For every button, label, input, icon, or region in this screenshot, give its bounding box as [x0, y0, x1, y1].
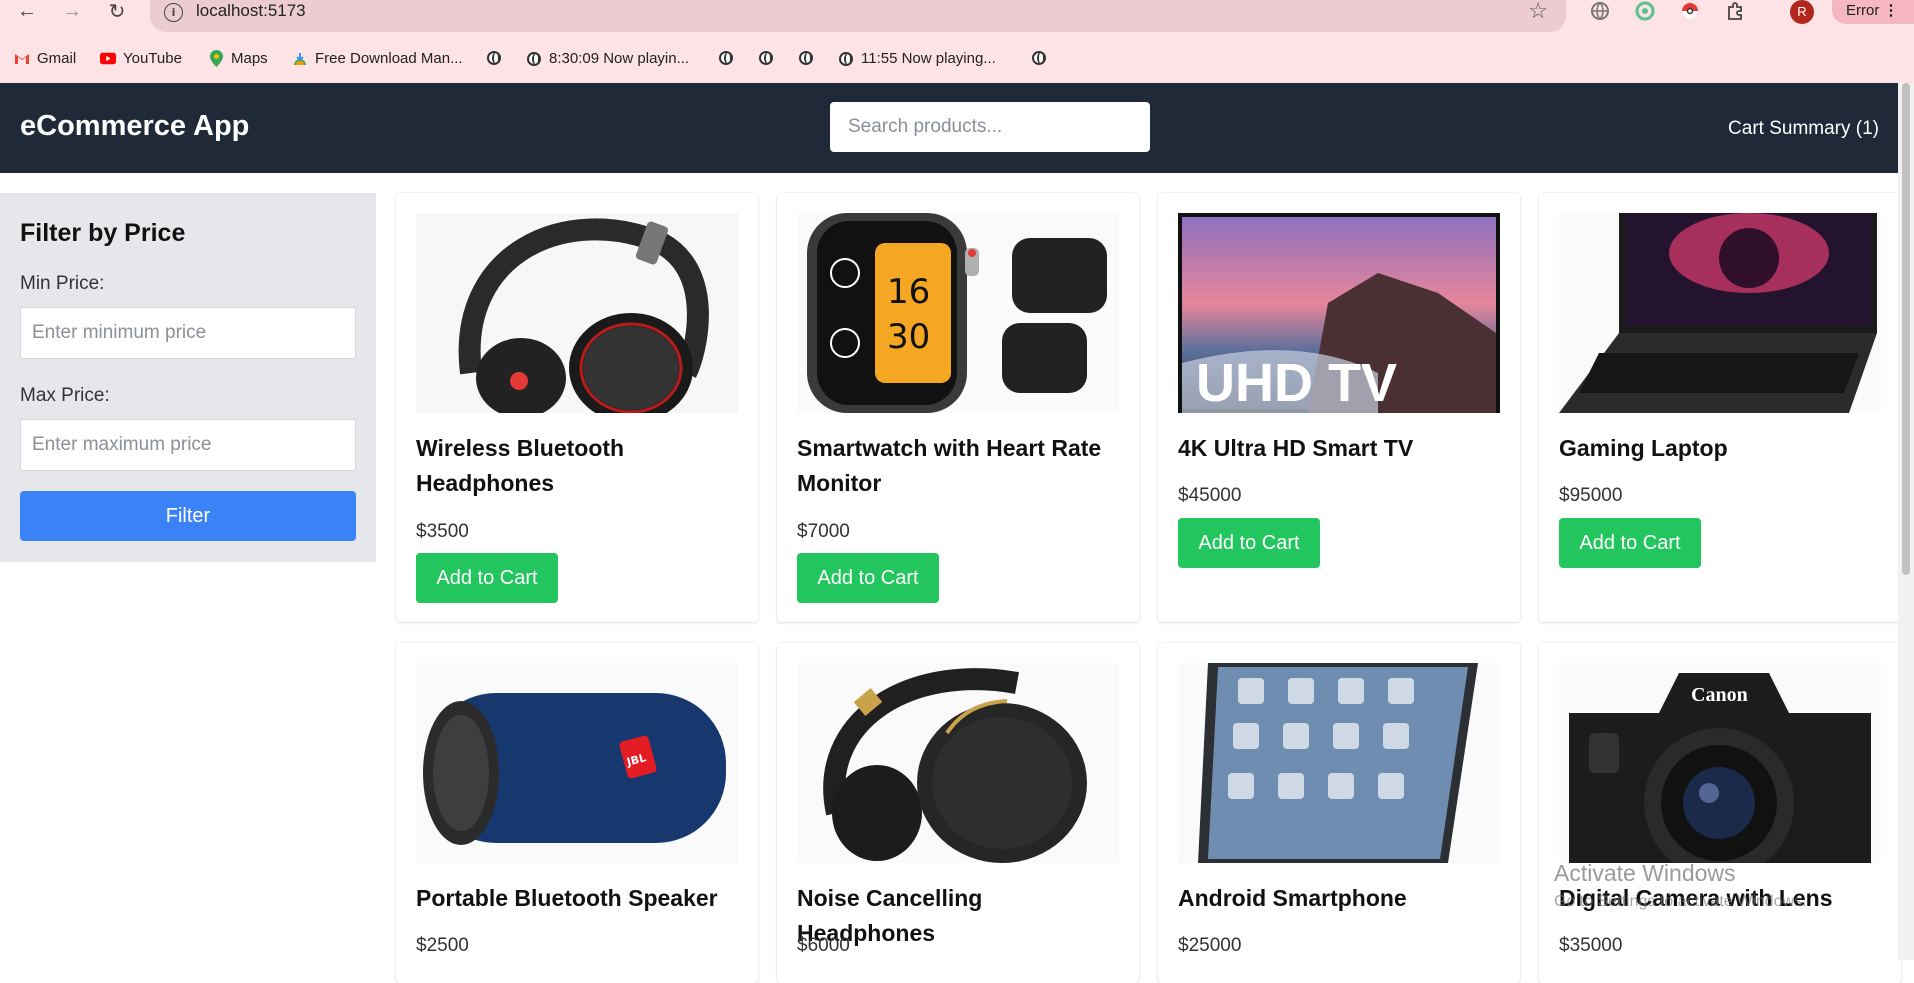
product-image-tv: UHD TV: [1178, 213, 1500, 413]
product-name: Wireless Bluetooth Headphones: [416, 435, 625, 496]
min-price-label: Min Price:: [20, 273, 105, 294]
extension-globe-icon[interactable]: [1589, 0, 1611, 22]
product-price: $3500: [416, 521, 469, 542]
product-price: $95000: [1559, 485, 1623, 506]
product-price: $45000: [1178, 485, 1242, 506]
browser-chrome: ← → ↻ i localhost:5173 ☆ R Error ⋮ Gmail…: [0, 0, 1914, 83]
product-image-headphones: [416, 213, 738, 413]
bookmark-globe[interactable]: [1031, 50, 1054, 66]
add-to-cart-button[interactable]: Add to Cart: [1178, 518, 1320, 568]
globe-icon: [718, 50, 734, 66]
product-card: Canon Digital Camera with Lens $35000: [1539, 643, 1901, 983]
svg-text:30: 30: [887, 317, 930, 357]
product-price: $35000: [1559, 935, 1623, 956]
globe-icon: [486, 50, 502, 66]
extension-ring-icon[interactable]: [1634, 0, 1656, 22]
profile-avatar[interactable]: R: [1790, 0, 1814, 24]
svg-text:16: 16: [887, 272, 930, 312]
globe-icon: [526, 51, 542, 67]
bookmark-label: YouTube: [123, 50, 182, 67]
globe-icon: [758, 50, 774, 66]
product-card: Gaming Laptop $95000 Add to Cart: [1539, 193, 1901, 622]
tv-image-text: UHD TV: [1196, 353, 1397, 413]
max-price-input[interactable]: [20, 419, 356, 471]
error-label: Error: [1846, 2, 1880, 19]
error-button[interactable]: Error ⋮: [1832, 0, 1914, 24]
max-price-label: Max Price:: [20, 385, 110, 406]
site-info-icon[interactable]: i: [164, 3, 183, 22]
app-title[interactable]: eCommerce App: [20, 110, 249, 143]
product-name: Smartwatch with Heart Rate Monitor: [797, 435, 1102, 496]
product-image-speaker: JBL: [416, 663, 738, 863]
youtube-icon: [100, 51, 116, 67]
product-card: UHD TV 4K Ultra HD Smart TV $45000 Add t…: [1158, 193, 1520, 622]
product-price: $2500: [416, 935, 469, 956]
product-card: 16 30 Smartwatch with Heart Rate Monitor…: [777, 193, 1139, 622]
activate-windows-watermark: Activate Windows: [1554, 860, 1736, 886]
bookmark-label: Gmail: [37, 50, 77, 67]
globe-icon: [798, 50, 814, 66]
bookmark-globe[interactable]: [798, 50, 821, 66]
product-name: Gaming Laptop: [1559, 435, 1728, 461]
product-card: Wireless Bluetooth Headphones $3500 Add …: [396, 193, 758, 622]
reload-icon[interactable]: ↻: [103, 0, 131, 23]
product-image-smartphone: [1178, 663, 1500, 863]
download-icon: [292, 51, 308, 67]
bookmark-label: Free Download Man...: [315, 50, 463, 67]
globe-icon: [838, 51, 854, 67]
forward-arrow-icon[interactable]: →: [58, 0, 86, 22]
bookmark-star-icon[interactable]: ☆: [1528, 0, 1548, 24]
add-to-cart-button[interactable]: Add to Cart: [797, 553, 939, 603]
product-price: $25000: [1178, 935, 1242, 956]
min-price-input[interactable]: [20, 307, 356, 359]
product-card: Noise Cancelling Headphones $6000: [777, 643, 1139, 983]
globe-icon: [1031, 50, 1047, 66]
bookmark-free-download-manager[interactable]: Free Download Man...: [292, 50, 463, 67]
product-card: JBL Portable Bluetooth Speaker $2500: [396, 643, 758, 983]
address-bar[interactable]: i localhost:5173 ☆: [150, 0, 1566, 32]
app-header: eCommerce App Cart Summary (1): [0, 83, 1898, 173]
page-scrollbar[interactable]: [1898, 83, 1914, 960]
add-to-cart-button[interactable]: Add to Cart: [416, 553, 558, 603]
bookmark-now-playing-2[interactable]: 11:55 Now playing...: [838, 50, 996, 67]
product-name: Android Smartphone: [1178, 885, 1407, 911]
price-filter-panel: Filter by Price Min Price: Max Price: Fi…: [0, 193, 376, 562]
product-image-laptop: [1559, 213, 1881, 413]
bookmark-label: 11:55 Now playing...: [861, 50, 996, 67]
product-image-smartwatch: 16 30: [797, 213, 1119, 413]
extensions-puzzle-icon[interactable]: [1724, 0, 1746, 22]
search-input[interactable]: [830, 102, 1150, 152]
camera-image-text: Canon: [1691, 684, 1748, 706]
bookmark-now-playing-1[interactable]: 8:30:09 Now playin...: [526, 50, 689, 67]
filter-title: Filter by Price: [20, 219, 186, 247]
bookmark-globe[interactable]: [486, 50, 509, 66]
bookmark-youtube[interactable]: YouTube: [100, 50, 182, 67]
product-image-camera: Canon: [1559, 663, 1881, 863]
bookmark-globe[interactable]: [718, 50, 741, 66]
maps-icon: [208, 50, 224, 67]
back-arrow-icon[interactable]: ←: [13, 0, 41, 22]
add-to-cart-button[interactable]: Add to Cart: [1559, 518, 1701, 568]
filter-button[interactable]: Filter: [20, 491, 356, 541]
product-price: $7000: [797, 521, 850, 542]
product-image-noise-cancelling-headphones: [797, 663, 1119, 863]
bookmark-label: 8:30:09 Now playin...: [549, 50, 690, 67]
bookmark-globe[interactable]: [758, 50, 781, 66]
extension-pokeball-icon[interactable]: [1679, 0, 1701, 22]
bookmark-maps[interactable]: Maps: [208, 50, 268, 67]
url-text: localhost:5173: [196, 1, 306, 20]
bookmark-gmail[interactable]: Gmail: [14, 50, 76, 67]
gmail-icon: [14, 51, 30, 67]
bookmark-label: Maps: [231, 50, 268, 67]
scrollbar-thumb[interactable]: [1902, 83, 1910, 575]
product-card: Android Smartphone $25000: [1158, 643, 1520, 983]
bookmarks-bar: Gmail YouTube Maps Free Download Man... …: [0, 42, 1914, 74]
product-name: Portable Bluetooth Speaker: [416, 885, 718, 911]
cart-summary-link[interactable]: Cart Summary (1): [1728, 118, 1879, 140]
product-price: $6000: [797, 935, 850, 956]
menu-dots-icon[interactable]: ⋮: [1884, 2, 1899, 19]
product-name: 4K Ultra HD Smart TV: [1178, 435, 1414, 461]
activate-windows-subtext: Go to Settings to activate Windows.: [1554, 893, 1807, 910]
